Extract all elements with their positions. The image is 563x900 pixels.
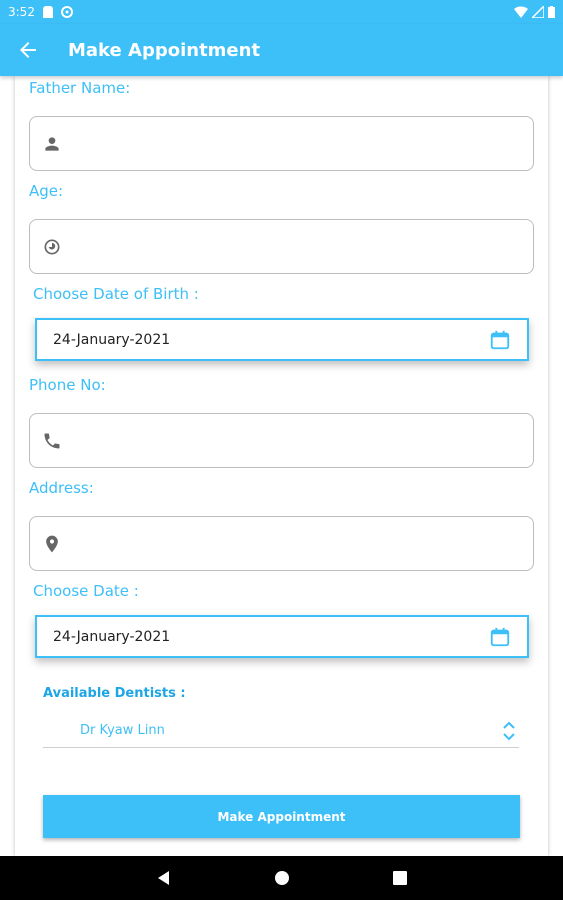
- sync-icon: [60, 6, 73, 18]
- phone-label: Phone No:: [29, 376, 106, 394]
- dob-date-picker[interactable]: 24-January-2021: [35, 318, 529, 361]
- calendar-icon[interactable]: [489, 329, 511, 351]
- make-appointment-button[interactable]: Make Appointment: [43, 795, 520, 838]
- arrow-back-icon[interactable]: [14, 36, 42, 64]
- dob-value: 24-January-2021: [53, 331, 171, 348]
- status-time: 3:52: [8, 5, 35, 19]
- status-bar: 3:52: [0, 0, 563, 24]
- dentist-dropdown[interactable]: Dr Kyaw Linn: [43, 714, 519, 748]
- father-name-label: Father Name:: [29, 79, 131, 97]
- age-label: Age:: [29, 182, 64, 200]
- unfold-icon: [503, 721, 515, 740]
- sd-card-icon: [42, 6, 53, 18]
- back-nav-icon[interactable]: [155, 869, 173, 887]
- app-bar: Make Appointment: [0, 24, 563, 76]
- home-nav-icon[interactable]: [273, 869, 291, 887]
- navigation-bar: [0, 856, 563, 900]
- location-pin-icon: [46, 535, 58, 552]
- date-label: Choose Date :: [33, 582, 139, 600]
- dob-label: Choose Date of Birth :: [33, 285, 199, 303]
- dentists-label: Available Dentists :: [43, 686, 186, 701]
- address-field[interactable]: [29, 516, 534, 571]
- address-label: Address:: [29, 479, 94, 497]
- person-icon: [45, 136, 59, 151]
- signal-icon: [532, 6, 544, 18]
- age-field[interactable]: [29, 219, 534, 274]
- phone-icon: [44, 433, 60, 448]
- appointment-date-picker[interactable]: 24-January-2021: [35, 615, 529, 658]
- battery-icon: [548, 6, 555, 18]
- phone-field[interactable]: [29, 413, 534, 468]
- calendar-icon[interactable]: [489, 626, 511, 648]
- dentist-selected: Dr Kyaw Linn: [80, 723, 165, 738]
- page-title: Make Appointment: [68, 39, 261, 61]
- appointment-date-value: 24-January-2021: [53, 628, 171, 645]
- father-name-field[interactable]: [29, 116, 534, 171]
- appointment-form: Father Name: Age: Choose Date of Birth :…: [15, 76, 548, 856]
- age-icon: [44, 239, 60, 254]
- wifi-icon: [514, 6, 528, 18]
- recents-nav-icon[interactable]: [391, 869, 409, 887]
